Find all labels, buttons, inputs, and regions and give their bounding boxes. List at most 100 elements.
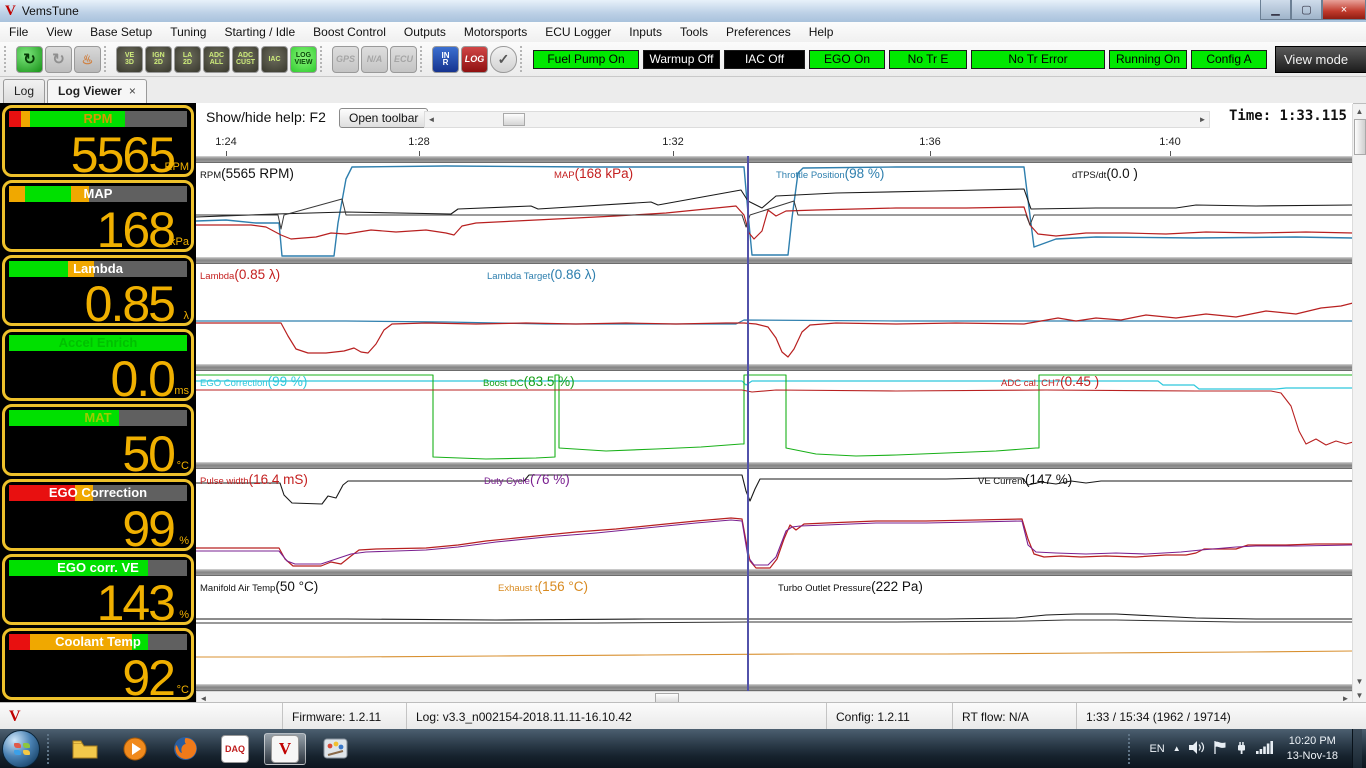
open-toolbar-button[interactable]: Open toolbar	[339, 108, 428, 128]
series-exhaust-t	[196, 651, 1353, 657]
chart-panel-2[interactable]: Lambda(0.85 λ)Lambda Target(0.86 λ)	[196, 264, 1353, 364]
chart-panel-4[interactable]: Pulse width(16.4 mS)Duty Cycle(76 %)VE C…	[196, 469, 1353, 569]
gauge-value: 143	[97, 578, 174, 625]
adc-cust-view-icon[interactable]: ADC CUST	[232, 46, 259, 73]
vemstune-logo-icon: V	[9, 708, 21, 726]
maximize-button[interactable]: ▢	[1291, 0, 1322, 20]
minimize-button[interactable]: ▁	[1260, 0, 1291, 20]
scrollbar-thumb[interactable]	[503, 113, 525, 126]
scroll-up-icon[interactable]: ▲	[1353, 104, 1366, 118]
series-name: Turbo Outlet Pressure	[778, 583, 871, 594]
na-icon[interactable]: N/A	[361, 46, 388, 73]
indicator-running-on: Running On	[1109, 50, 1187, 69]
close-button[interactable]: ×	[1322, 0, 1366, 20]
scroll-left-icon[interactable]: ◄	[425, 112, 438, 127]
chart-panel-3[interactable]: EGO Correction(99 %)Boost DC(83.5 %)ADC …	[196, 371, 1353, 462]
taskbar-app-daq[interactable]: DAQ	[214, 733, 256, 765]
iac-view-icon[interactable]: IAC	[261, 46, 288, 73]
scroll-down-icon[interactable]: ▼	[1353, 688, 1366, 702]
vertical-scrollbar[interactable]: ▲ ▼ ▼	[1352, 104, 1366, 702]
menu-item-tuning[interactable]: Tuning	[161, 23, 215, 41]
chart-panel-5[interactable]: Manifold Air Temp(50 °C)Exhaust t(156 °C…	[196, 576, 1353, 684]
indicator-ego-on: EGO On	[809, 50, 885, 69]
read-ecu-icon[interactable]: ↻	[45, 46, 72, 73]
gauge-unit: ms	[174, 385, 189, 397]
view-mode-button[interactable]: View mode	[1275, 46, 1366, 73]
gauge-value: 99	[122, 504, 174, 551]
burn-icon[interactable]: ♨	[74, 46, 101, 73]
adc-all-view-icon[interactable]: ADC ALL	[203, 46, 230, 73]
time-axis: 1:241:281:321:361:40	[196, 133, 1353, 156]
menu-item-ecu-logger[interactable]: ECU Logger	[536, 23, 620, 41]
series-turbo-outlet-pressure	[196, 620, 1353, 623]
scrollbar-thumb[interactable]	[1354, 119, 1366, 155]
la-2d-view-icon[interactable]: LA 2D	[174, 46, 201, 73]
series-lambda-target	[196, 320, 1353, 324]
volume-icon[interactable]	[1189, 741, 1205, 757]
network-signal-icon[interactable]	[1256, 741, 1273, 757]
taskbar-app-firefox[interactable]	[164, 733, 206, 765]
gauge-rpm[interactable]: RPM5565RPM	[2, 105, 194, 177]
scroll-down-icon[interactable]: ▼	[1353, 674, 1366, 688]
ok-check-icon[interactable]: ✓	[490, 46, 517, 73]
panel-separator	[196, 156, 1353, 163]
gps-icon[interactable]: GPS	[332, 46, 359, 73]
series-name: Duty Cycle	[484, 476, 530, 487]
log-view-icon[interactable]: LOG VIEW	[290, 46, 317, 73]
menu-item-file[interactable]: File	[0, 23, 37, 41]
time-cursor[interactable]	[747, 156, 749, 691]
menu-item-tools[interactable]: Tools	[671, 23, 717, 41]
in-r-icon[interactable]: IN R	[432, 46, 459, 73]
series-value: (5565 RPM)	[221, 166, 294, 181]
menu-item-motorsports[interactable]: Motorsports	[455, 23, 536, 41]
scroll-right-icon[interactable]: ►	[1196, 112, 1209, 127]
top-horizontal-scrollbar[interactable]: ◄ ►	[424, 111, 1210, 128]
ve-3d-view-icon[interactable]: VE 3D	[116, 46, 143, 73]
gauge-lambda[interactable]: Lambda0.85λ	[2, 255, 194, 327]
gauge-coolant-temp[interactable]: Coolant Temp92°C	[2, 628, 194, 700]
gauge-accel-enrich[interactable]: Accel Enrich0.0ms	[2, 329, 194, 401]
ecu-icon[interactable]: ECU	[390, 46, 417, 73]
menu-item-starting-idle[interactable]: Starting / Idle	[215, 23, 304, 41]
menu-item-view[interactable]: View	[37, 23, 81, 41]
system-tray: EN ▲ 10:20 PM 13-Nov-18	[1123, 729, 1366, 768]
tray-grip	[1128, 734, 1136, 764]
tray-expand-icon[interactable]: ▲	[1173, 744, 1181, 753]
toolbar-grip	[320, 46, 327, 72]
gauge-ego-corr-ve[interactable]: EGO corr. VE143%	[2, 554, 194, 626]
status-bar: VFirmware: 1.2.11Log: v3.3_n002154-2018.…	[0, 702, 1366, 730]
menu-item-boost-control[interactable]: Boost Control	[304, 23, 395, 41]
taskbar-app-paint[interactable]	[314, 733, 356, 765]
power-plug-icon[interactable]	[1235, 741, 1248, 757]
series-value: (76 %)	[530, 472, 570, 487]
chart-panel-1[interactable]: RPM(5565 RPM)MAP(168 kPa)Throttle Positi…	[196, 163, 1353, 257]
menu-item-inputs[interactable]: Inputs	[620, 23, 671, 41]
language-indicator[interactable]: EN	[1149, 743, 1164, 755]
action-center-flag-icon[interactable]	[1213, 741, 1227, 757]
gauge-title: Coolant Temp	[5, 634, 191, 650]
menu-item-outputs[interactable]: Outputs	[395, 23, 455, 41]
log-record-icon[interactable]: LOG	[461, 46, 488, 73]
taskbar-app-vemstune[interactable]: V	[264, 733, 306, 765]
close-tab-icon[interactable]: ×	[129, 84, 136, 98]
tab-log[interactable]: Log	[3, 79, 45, 103]
tab-label: Log Viewer	[58, 84, 122, 98]
taskbar-clock[interactable]: 10:20 PM 13-Nov-18	[1281, 734, 1344, 764]
taskbar-app-explorer[interactable]	[64, 733, 106, 765]
tab-log-viewer[interactable]: Log Viewer ×	[47, 79, 147, 103]
series-duty-cycle	[196, 520, 1353, 565]
ign-2d-view-icon[interactable]: IGN 2D	[145, 46, 172, 73]
show-desktop-button[interactable]	[1352, 729, 1362, 768]
gauge-mat[interactable]: MAT50°C	[2, 404, 194, 476]
panel-separator	[196, 684, 1353, 691]
gauge-map[interactable]: MAP168kPa	[2, 180, 194, 252]
menu-item-help[interactable]: Help	[800, 23, 843, 41]
taskbar-app-media-player[interactable]	[114, 733, 156, 765]
menu-item-preferences[interactable]: Preferences	[717, 23, 800, 41]
gauge-ego-correction[interactable]: EGO Correction99%	[2, 479, 194, 551]
gauge-unit: °C	[177, 460, 189, 472]
gauge-value: 50	[122, 429, 174, 476]
start-button[interactable]	[2, 730, 40, 768]
write-ecu-icon[interactable]: ↻	[16, 46, 43, 73]
menu-item-base-setup[interactable]: Base Setup	[81, 23, 161, 41]
